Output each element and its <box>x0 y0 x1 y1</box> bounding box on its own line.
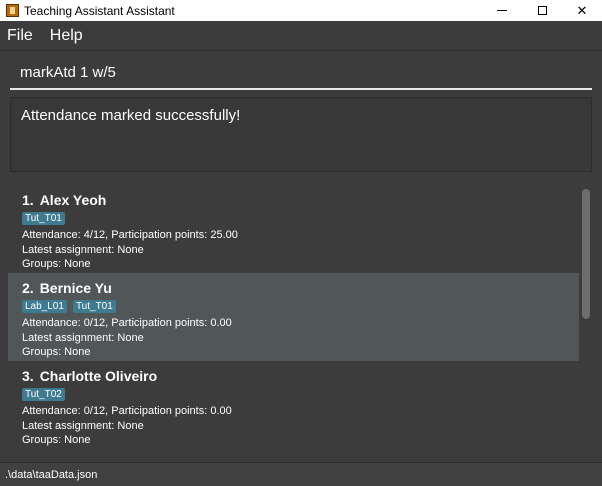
status-bar: .\data\taaData.json <box>0 462 602 486</box>
student-list[interactable]: 1. Alex Yeoh Tut_T01 Attendance: 4/12, Pa… <box>8 185 594 453</box>
attendance-text: Attendance: 0/12, Participation points: … <box>22 317 232 329</box>
student-index: 1. <box>22 192 34 208</box>
window-controls: ✕ <box>482 0 602 21</box>
command-input[interactable] <box>10 56 592 88</box>
window-title: Teaching Assistant Assistant <box>24 3 175 18</box>
tag: Tut_T01 <box>72 300 116 313</box>
groups-text: Groups: None <box>22 434 91 446</box>
student-name: Alex Yeoh <box>39 192 107 208</box>
assignment-text: Latest assignment: None <box>22 243 144 256</box>
vertical-scrollbar[interactable] <box>582 189 590 453</box>
minimize-icon[interactable] <box>482 0 522 21</box>
title-bar: Teaching Assistant Assistant ✕ <box>0 0 602 21</box>
tag-list: Tut_T02 <box>22 388 579 404</box>
app-icon <box>6 4 19 17</box>
result-display: Attendance marked successfully! <box>10 97 592 172</box>
list-item[interactable]: 3. Charlotte Oliveiro Tut_T02 Attendance:… <box>8 361 579 449</box>
menu-bar: File Help <box>0 21 602 51</box>
attendance-text: Attendance: 0/12, Participation points: … <box>22 405 232 417</box>
student-name: Charlotte Oliveiro <box>39 368 158 384</box>
command-box <box>10 56 592 90</box>
list-item[interactable]: 1. Alex Yeoh Tut_T01 Attendance: 4/12, Pa… <box>8 185 579 273</box>
scroll-thumb[interactable] <box>582 189 590 319</box>
tag: Tut_T01 <box>22 212 65 225</box>
tag: Tut_T02 <box>22 388 65 401</box>
menu-help[interactable]: Help <box>43 27 89 45</box>
close-icon[interactable]: ✕ <box>562 0 602 21</box>
maximize-icon[interactable] <box>522 0 562 21</box>
student-name-row: 3. Charlotte Oliveiro <box>22 367 579 385</box>
student-name-row: 2. Bernice Yu <box>22 279 579 297</box>
groups-text: Groups: None <box>22 258 91 270</box>
attendance-text: Attendance: 4/12, Participation points: … <box>22 229 238 241</box>
data-file-path: .\data\taaData.json <box>5 468 98 481</box>
app-window: Teaching Assistant Assistant ✕ File Help… <box>0 0 602 486</box>
tag-list: Tut_T01 <box>22 212 579 228</box>
assignment-text: Latest assignment: None <box>22 331 144 344</box>
menu-file[interactable]: File <box>0 27 39 45</box>
student-index: 3. <box>22 368 34 384</box>
student-index: 2. <box>22 280 34 296</box>
tag: Lab_L01 <box>22 300 67 313</box>
student-name-row: 1. Alex Yeoh <box>22 191 579 209</box>
student-name: Bernice Yu <box>39 280 112 296</box>
assignment-text: Latest assignment: None <box>22 419 144 432</box>
tag-list: Lab_L01 Tut_T01 <box>22 300 579 316</box>
groups-text: Groups: None <box>22 346 91 358</box>
list-item[interactable]: 2. Bernice Yu Lab_L01 Tut_T01 Attendance:… <box>8 273 579 361</box>
